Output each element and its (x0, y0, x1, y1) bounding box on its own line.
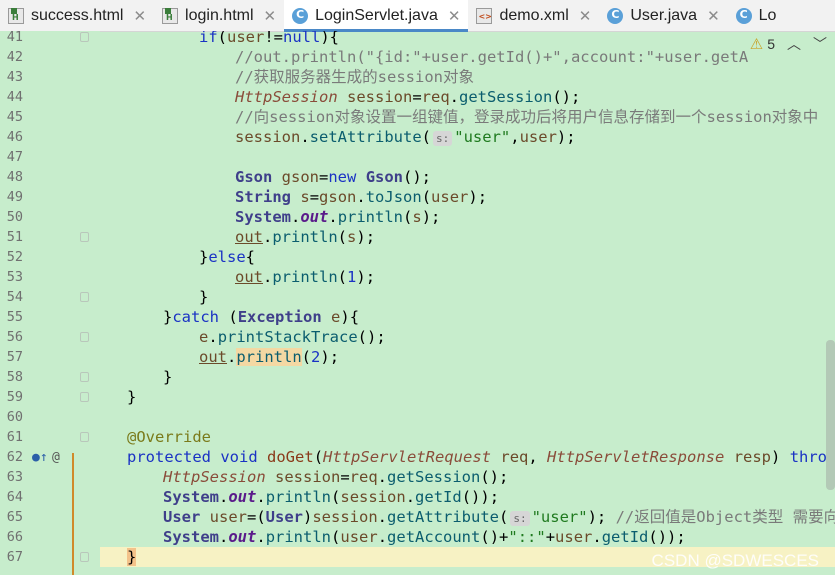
line-number: 51 (6, 229, 23, 245)
line-number-gutter: 41 42 43 44 45 46 47 48 49 50 51 52 53 54 55 56 57 58 59 60… (0, 29, 100, 575)
code-line-53: out.println(1); (235, 268, 376, 286)
editor-tab-bar: H success.html ✕ H login.html ✕ C LoginS… (0, 0, 835, 32)
code-line-50: System.out.println(s); (235, 208, 441, 226)
java-class-icon: C (735, 7, 752, 24)
parameter-hint: s: (433, 131, 453, 146)
tab-label: Lo (758, 6, 777, 24)
line-number: 63 (6, 469, 23, 485)
tab-loginservlet-java[interactable]: C LoginServlet.java ✕ (284, 0, 469, 32)
code-line-41: if(user!=null){ (199, 31, 340, 46)
code-line-42: //out.println("{id:"+user.getId()+",acco… (235, 48, 749, 66)
code-line-66: System.out.println(user.getAccount()+"::… (163, 528, 686, 546)
line-number: 67 (6, 549, 23, 565)
line-number: 54 (6, 289, 23, 305)
code-line-48: Gson gson=new Gson(); (235, 168, 432, 186)
chevron-down-icon[interactable]: ﹀ (813, 34, 827, 54)
fold-marker-icon[interactable] (80, 432, 89, 442)
watermark: CSDN @SDWESCES (651, 551, 819, 570)
line-number: 66 (6, 529, 23, 545)
line-number: 47 (6, 149, 23, 165)
code-line-51: out.println(s); (235, 228, 376, 246)
annotation-icon: @ (52, 450, 60, 465)
fold-marker-icon[interactable] (80, 292, 89, 302)
code-line-43: //获取服务器生成的session对象 (235, 68, 474, 86)
html-file-icon: H (8, 7, 24, 24)
html-file-icon: H (162, 7, 179, 24)
line-number: 52 (6, 249, 23, 265)
code-line-65: User user=(User)session.getAttribute(s: "… (163, 508, 835, 526)
tab-login-html[interactable]: H login.html ✕ (154, 0, 284, 31)
line-number: 50 (6, 209, 23, 225)
code-line-63: HttpSession session=req.getSession(); (163, 468, 509, 486)
line-number: 64 (6, 489, 23, 505)
line-number: 61 (6, 429, 23, 445)
close-icon[interactable]: ✕ (448, 7, 461, 25)
code-line-61: @Override (127, 428, 211, 446)
code-line-64: System.out.println(session.getId()); (163, 488, 500, 506)
line-number: 56 (6, 329, 23, 345)
vertical-scrollbar[interactable] (826, 340, 835, 490)
line-number: 59 (6, 389, 23, 405)
line-number: 57 (6, 349, 23, 365)
fold-marker-icon[interactable] (80, 332, 89, 342)
fold-marker-icon[interactable] (80, 232, 89, 242)
line-number: 48 (6, 169, 23, 185)
code-line-55: }catch (Exception e){ (163, 308, 360, 326)
parameter-hint: s: (510, 511, 530, 526)
tab-demo-xml[interactable]: <> demo.xml ✕ (468, 0, 599, 31)
code-line-56: e.printStackTrace(); (199, 328, 386, 346)
tab-label: login.html (185, 6, 254, 24)
code-line-46: session.setAttribute(s: "user",user); (235, 128, 576, 146)
fold-marker-icon[interactable] (80, 552, 89, 562)
line-number: 45 (6, 109, 23, 125)
line-number: 62 (6, 449, 23, 465)
close-icon[interactable]: ✕ (579, 7, 592, 25)
line-number: 53 (6, 269, 23, 285)
xml-file-icon: <> (476, 7, 493, 24)
code-line-49: String s=gson.toJson(user); (235, 188, 488, 206)
java-class-icon: C (292, 7, 309, 24)
line-number: 44 (6, 89, 23, 105)
fold-marker-icon[interactable] (80, 32, 89, 42)
chevron-up-icon[interactable]: ︿ (787, 34, 801, 54)
close-icon[interactable]: ✕ (264, 7, 277, 25)
line-number: 55 (6, 309, 23, 325)
tab-success-html[interactable]: H success.html ✕ (0, 0, 154, 31)
tab-label: User.java (630, 6, 698, 24)
line-number: 43 (6, 69, 23, 85)
tab-label: demo.xml (499, 6, 569, 24)
inspection-widget[interactable]: ⚠ 5 ︿ ﹀ (749, 34, 827, 54)
code-line-45: //向session对象设置一组键值，登录成功后将用户信息存储到一个sessio… (235, 108, 819, 126)
code-line-59: } (127, 388, 137, 406)
line-number: 49 (6, 189, 23, 205)
fold-marker-icon[interactable] (80, 392, 89, 402)
code-line-52: }else{ (199, 248, 256, 266)
code-line-62: protected void doGet(HttpServletRequest … (127, 448, 835, 466)
line-number: 41 (6, 29, 23, 45)
tab-user-java[interactable]: C User.java ✕ (599, 0, 727, 31)
tab-label: success.html (31, 6, 124, 24)
close-icon[interactable]: ✕ (133, 7, 146, 25)
code-line-57: out.println(2); (199, 348, 340, 366)
line-number: 42 (6, 49, 23, 65)
code-editor[interactable]: if(user!=null){ //out.println("{id:"+use… (100, 31, 835, 575)
code-line-44: HttpSession session=req.getSession(); (235, 88, 581, 106)
fold-marker-icon[interactable] (80, 372, 89, 382)
implements-method-icon[interactable]: ●↑ (32, 450, 48, 465)
close-icon[interactable]: ✕ (707, 7, 720, 25)
line-number: 46 (6, 129, 23, 145)
line-number: 60 (6, 409, 23, 425)
tab-overflow[interactable]: C Lo (728, 0, 785, 31)
warning-count: 5 (767, 36, 775, 52)
line-number: 58 (6, 369, 23, 385)
warning-icon: ⚠ (749, 36, 764, 53)
tab-label: LoginServlet.java (315, 6, 438, 24)
code-line-58: } (163, 368, 173, 386)
code-line-54: } (199, 288, 209, 306)
java-class-icon: C (607, 7, 624, 24)
change-marker (72, 453, 74, 575)
line-number: 65 (6, 509, 23, 525)
